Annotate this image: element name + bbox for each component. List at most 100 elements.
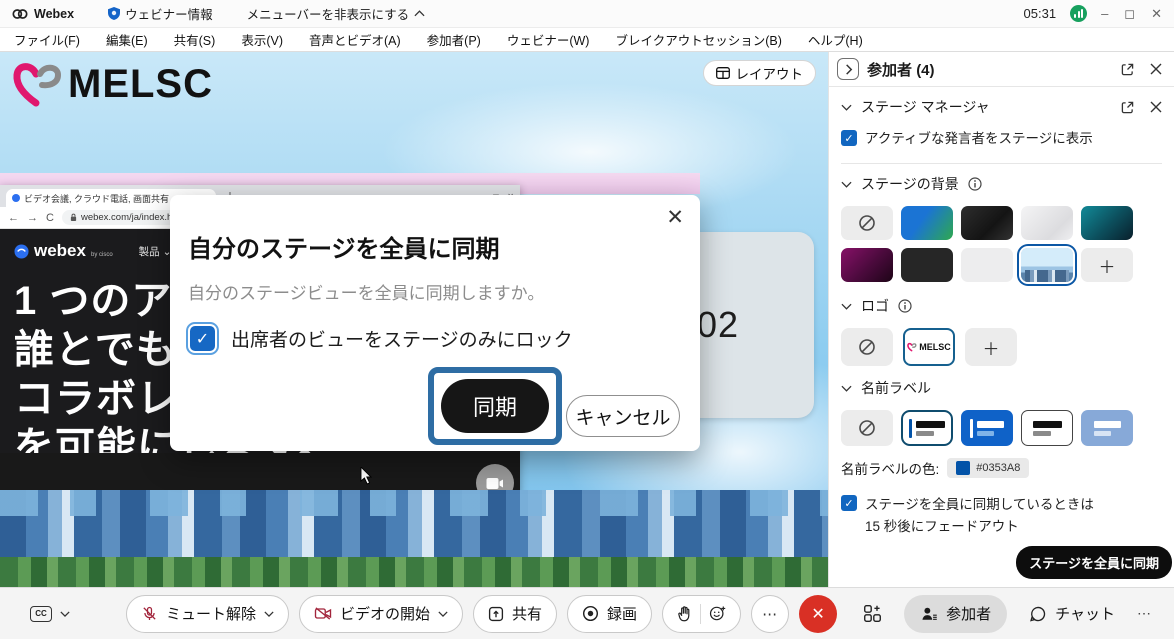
- name-label-none-tile[interactable]: [841, 410, 893, 446]
- forward-icon[interactable]: →: [27, 212, 38, 224]
- minimize-button[interactable]: –: [1101, 6, 1108, 22]
- stage-brand-logo: MELSC: [12, 60, 213, 108]
- sync-stage-dialog: ✕ 自分のステージを全員に同期 自分のステージビューを全員に同期しますか。 ✓ …: [170, 195, 700, 451]
- background-city-tile-selected[interactable]: [1021, 248, 1073, 282]
- video-off-icon: [314, 606, 332, 621]
- logo-add-tile[interactable]: ＋: [965, 328, 1017, 366]
- webinar-info-label: ウェビナー情報: [125, 4, 213, 23]
- background-purple-tile[interactable]: [841, 248, 893, 282]
- leave-meeting-button[interactable]: ✕: [799, 595, 837, 633]
- info-icon[interactable]: [898, 299, 912, 313]
- logo-tiles-row: MELSC ＋: [829, 322, 1174, 368]
- name-label-style1-tile-selected[interactable]: [901, 410, 953, 446]
- menubar: ファイル(F) 編集(E) 共有(S) 表示(V) 音声とビデオ(A) 参加者(…: [0, 28, 1174, 52]
- back-icon[interactable]: ←: [8, 212, 19, 224]
- webinar-info-icon: [108, 7, 120, 20]
- active-speaker-label: アクティブな発言者をステージに表示: [865, 129, 1093, 149]
- city-buildings: [0, 490, 828, 562]
- background-dark-gradient-tile[interactable]: [961, 206, 1013, 240]
- divider: [700, 604, 701, 624]
- reload-icon[interactable]: C: [46, 212, 54, 224]
- lock-view-checkbox[interactable]: ✓: [190, 326, 215, 351]
- chevron-down-icon: [438, 611, 448, 617]
- background-add-tile[interactable]: ＋: [1081, 248, 1133, 282]
- chevron-down-icon[interactable]: [841, 303, 852, 310]
- hide-menubar-button[interactable]: メニューバーを非表示にする: [247, 4, 426, 23]
- record-button[interactable]: 録画: [567, 595, 652, 633]
- background-black-tile[interactable]: [901, 248, 953, 282]
- background-teal-tile[interactable]: [1081, 206, 1133, 240]
- chevron-up-icon: [414, 10, 425, 17]
- participants-toggle-button[interactable]: 参加者: [904, 595, 1007, 633]
- panel-popout-icon[interactable]: [1121, 63, 1134, 76]
- name-label-style2-tile[interactable]: [961, 410, 1013, 446]
- start-video-button[interactable]: ビデオの開始: [299, 595, 463, 633]
- fade-checkbox-label: ステージを全員に同期しているときは 15 秒後にフェードアウト: [865, 494, 1094, 537]
- cancel-button[interactable]: キャンセル: [566, 395, 680, 437]
- layout-grid-icon: [716, 67, 730, 79]
- chevron-down-icon[interactable]: [841, 181, 852, 188]
- fade-checkbox[interactable]: ✓: [841, 495, 857, 511]
- menu-view[interactable]: 表示(V): [241, 30, 283, 49]
- menu-webinar[interactable]: ウェビナー(W): [507, 30, 590, 49]
- menu-help[interactable]: ヘルプ(H): [808, 30, 863, 49]
- dialog-close-icon[interactable]: ✕: [666, 207, 684, 228]
- name-label-color-picker[interactable]: #0353A8: [947, 458, 1029, 478]
- webinar-info-button[interactable]: ウェビナー情報: [108, 4, 213, 23]
- panel-collapse-button[interactable]: [837, 58, 859, 80]
- info-icon[interactable]: [968, 177, 982, 191]
- logo-none-tile[interactable]: [841, 328, 893, 366]
- maximize-button[interactable]: ◻: [1124, 6, 1135, 22]
- name-label-style4-tile[interactable]: [1081, 410, 1133, 446]
- menu-share[interactable]: 共有(S): [174, 30, 216, 49]
- captions-button[interactable]: CC: [30, 606, 70, 622]
- share-button[interactable]: 共有: [473, 595, 557, 633]
- chat-button[interactable]: チャット: [1029, 603, 1115, 624]
- background-white-tile[interactable]: [961, 248, 1013, 282]
- color-value-text: #0353A8: [976, 462, 1020, 474]
- lock-view-checkbox-label: 出席者のビューをステージのみにロック: [231, 325, 573, 352]
- background-none-tile[interactable]: [841, 206, 893, 240]
- chevron-down-icon[interactable]: [841, 104, 852, 111]
- background-bluegreen-tile[interactable]: [901, 206, 953, 240]
- sync-button[interactable]: 同期: [441, 379, 549, 433]
- stage-manager-close-icon[interactable]: [1150, 101, 1162, 114]
- site-nav-products[interactable]: 製品 ⌄: [139, 244, 172, 259]
- menu-breakout[interactable]: ブレイクアウトセッション(B): [615, 30, 781, 49]
- name-label-title: 名前ラベル: [861, 378, 931, 398]
- menu-edit[interactable]: 編集(E): [106, 30, 148, 49]
- menu-audio-video[interactable]: 音声とビデオ(A): [309, 30, 401, 49]
- city-trees: [0, 557, 828, 587]
- more-options-button[interactable]: ⋯: [751, 595, 789, 633]
- close-button[interactable]: ✕: [1151, 6, 1162, 22]
- more-panels-button[interactable]: ⋯: [1137, 605, 1152, 622]
- logo-melsc-tile-selected[interactable]: MELSC: [903, 328, 955, 366]
- unmute-button[interactable]: ミュート解除: [126, 595, 289, 633]
- name-label-style3-tile[interactable]: [1021, 410, 1073, 446]
- reactions-button[interactable]: [662, 595, 741, 633]
- sync-stage-tooltip: ステージを全員に同期: [1016, 546, 1172, 579]
- stage-background-title: ステージの背景: [861, 174, 959, 194]
- stage-manager-title: ステージ マネージャ: [861, 97, 990, 117]
- name-label-color-row: 名前ラベルの色: #0353A8: [829, 448, 1174, 482]
- layout-button[interactable]: レイアウト: [703, 60, 817, 86]
- mic-muted-icon: [141, 605, 158, 622]
- dialog-title: 自分のステージを全員に同期: [188, 229, 500, 264]
- panel-close-icon[interactable]: [1150, 63, 1162, 76]
- menu-participants[interactable]: 参加者(P): [427, 30, 481, 49]
- fade-checkbox-row[interactable]: ✓ ステージを全員に同期しているときは 15 秒後にフェードアウト: [829, 482, 1174, 543]
- active-speaker-checkbox-row[interactable]: ✓ アクティブな発言者をステージに表示: [829, 123, 1174, 155]
- record-label: 録画: [607, 603, 637, 624]
- hide-menubar-label: メニューバーを非表示にする: [247, 4, 410, 23]
- stage-manager-popout-icon[interactable]: [1121, 101, 1134, 114]
- background-light-gray-tile[interactable]: [1021, 206, 1073, 240]
- lock-view-checkbox-row[interactable]: ✓ 出席者のビューをステージのみにロック: [190, 325, 573, 352]
- reaction-smiley-icon: [709, 605, 726, 622]
- none-icon: [858, 214, 876, 232]
- active-speaker-checkbox[interactable]: ✓: [841, 130, 857, 146]
- apps-button[interactable]: [863, 604, 882, 623]
- webex-window: Webex ウェビナー情報 メニューバーを非表示にする 05:31 – ◻ ✕ …: [0, 0, 1174, 639]
- panel-title: 参加者 (4): [867, 59, 935, 80]
- menu-file[interactable]: ファイル(F): [14, 30, 80, 49]
- chevron-down-icon[interactable]: [841, 385, 852, 392]
